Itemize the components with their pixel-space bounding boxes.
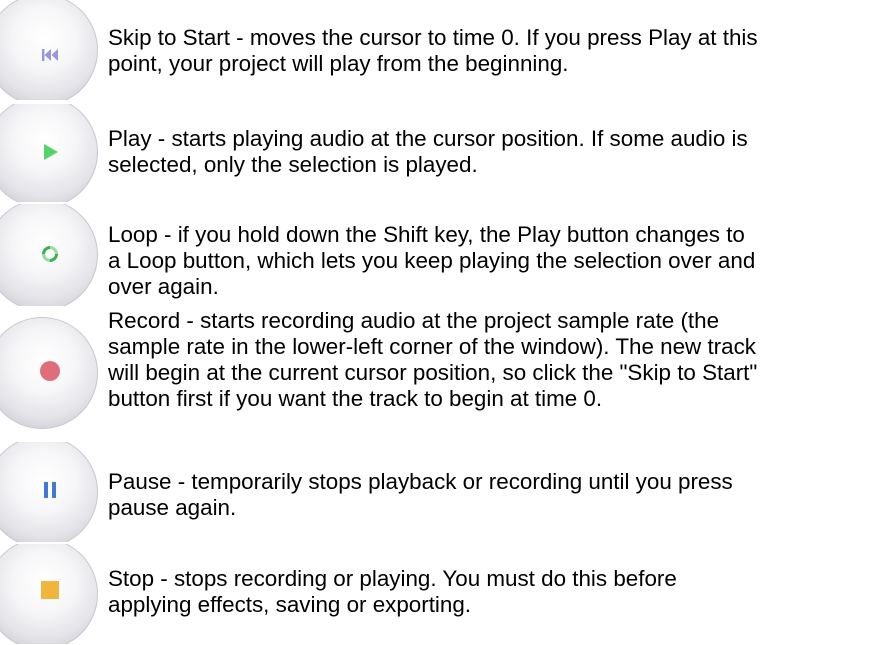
pause-button[interactable] (0, 442, 100, 542)
record-row: Record - starts recording audio at the p… (0, 308, 891, 442)
loop-button[interactable] (0, 204, 100, 306)
skip-to-start-button[interactable] (0, 0, 100, 100)
loop-row: Loop - if you hold down the Shift key, t… (0, 204, 891, 310)
play-icon (0, 142, 100, 162)
skip-to-start-icon (0, 45, 100, 65)
play-row: Play - starts playing audio at the curso… (0, 104, 891, 204)
skip-to-start-row: Skip to Start - moves the cursor to time… (0, 0, 891, 104)
pause-description: Pause - temporarily stops playback or re… (108, 469, 733, 520)
record-button[interactable] (0, 316, 100, 430)
play-button[interactable] (0, 104, 100, 202)
loop-description: Loop - if you hold down the Shift key, t… (108, 222, 756, 299)
pause-row: Pause - temporarily stops playback or re… (0, 442, 891, 544)
stop-row: Stop - stops recording or playing. You m… (0, 544, 891, 645)
record-description: Record - starts recording audio at the p… (108, 308, 758, 411)
loop-icon (0, 244, 100, 264)
play-description: Play - starts playing audio at the curso… (108, 126, 748, 177)
stop-icon (0, 580, 100, 600)
skip-to-start-description: Skip to Start - moves the cursor to time… (108, 25, 758, 76)
pause-icon (0, 480, 100, 500)
stop-description: Stop - stops recording or playing. You m… (108, 566, 677, 617)
stop-button[interactable] (0, 544, 100, 644)
record-icon (0, 361, 100, 381)
